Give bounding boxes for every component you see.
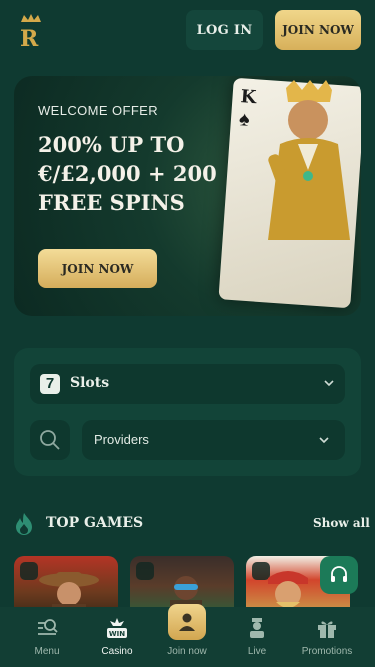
svg-text:WIN: WIN: [109, 630, 125, 638]
slots-seven-icon: 7: [40, 374, 60, 394]
join-now-button[interactable]: JOIN NOW: [275, 10, 361, 50]
nav-label: Menu: [34, 646, 60, 657]
nav-item-casino[interactable]: WIN Casino: [82, 612, 152, 662]
king-character-illustration: [268, 80, 350, 240]
join-now-badge: [168, 604, 206, 640]
nav-label: Promotions: [301, 646, 353, 657]
nav-label: Live: [247, 646, 267, 657]
gift-icon: [318, 621, 336, 638]
header: R LOG IN JOIN NOW: [0, 0, 375, 62]
banner-join-now-button[interactable]: JOIN NOW: [38, 249, 157, 288]
chevron-down-icon: [324, 380, 334, 387]
chevron-down-icon: [319, 437, 329, 444]
nav-label: Join now: [167, 646, 207, 657]
win-icon: WIN: [107, 618, 127, 638]
search-button[interactable]: [30, 420, 70, 460]
nav-label: Casino: [101, 646, 133, 657]
royal-logo-icon[interactable]: R: [17, 12, 45, 48]
category-select-label: Slots: [70, 375, 110, 391]
user-icon: [179, 613, 195, 631]
favorite-toggle[interactable]: [136, 562, 154, 580]
headset-icon: [331, 566, 347, 582]
nav-item-menu[interactable]: Menu: [12, 612, 82, 662]
top-games-title: TOP GAMES: [46, 515, 144, 531]
login-button[interactable]: LOG IN: [186, 10, 263, 50]
support-button[interactable]: [320, 556, 358, 594]
offer-label: WELCOME OFFER: [38, 103, 159, 118]
menu-search-icon: [38, 619, 58, 635]
show-all-link[interactable]: Show all: [313, 516, 370, 530]
nav-item-join-now[interactable]: Join now: [152, 604, 222, 662]
nav-item-live[interactable]: Live: [222, 612, 292, 662]
offer-title: 200% UP TO €/£2,000 + 200 FREE SPINS: [38, 132, 217, 215]
flame-icon: [16, 513, 32, 535]
dealer-icon: [250, 618, 264, 638]
providers-select-label: Providers: [94, 432, 149, 447]
svg-text:R: R: [20, 26, 39, 48]
search-icon: [40, 430, 60, 450]
nav-item-promotions[interactable]: Promotions: [292, 612, 362, 662]
